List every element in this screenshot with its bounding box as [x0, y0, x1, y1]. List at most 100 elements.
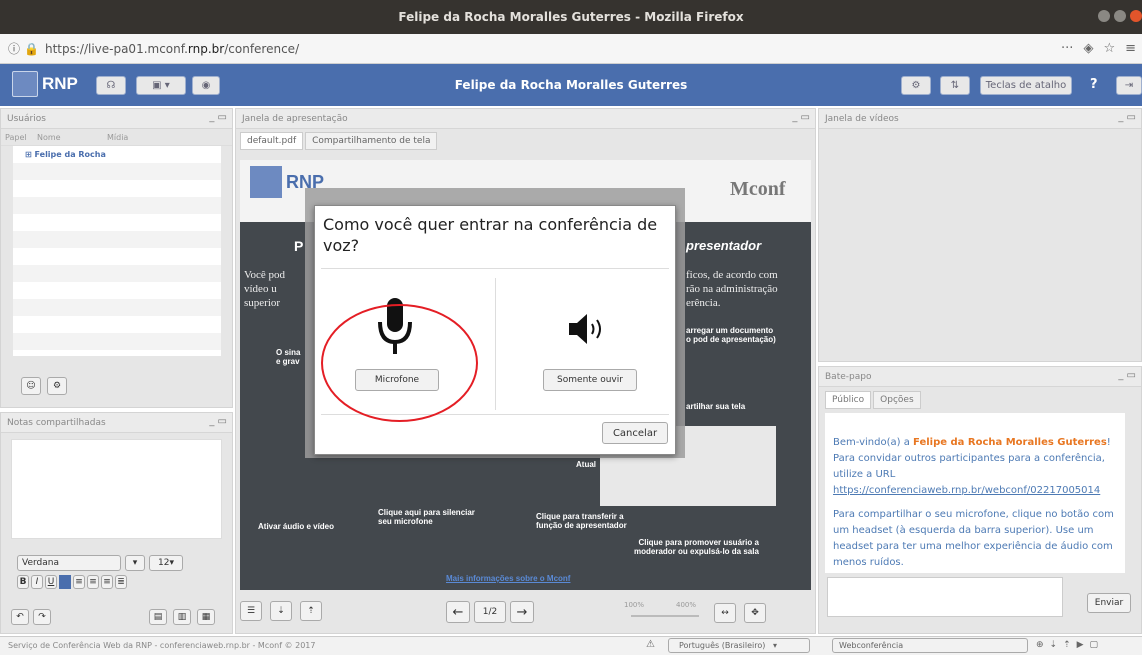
slide-more-info[interactable]: Mais informações sobre o Mconf [446, 574, 570, 583]
chat-invite-text: Para convidar outros participantes para … [833, 453, 1105, 480]
user-row[interactable]: ⊞ Felipe da Rocha [13, 146, 221, 159]
notes-panel-header: Notas compartilhadas _ ▭ [1, 413, 232, 433]
presentation-panel-header: Janela de apresentação _ ▭ [236, 109, 815, 129]
speaker-icon [569, 314, 601, 344]
align-center-icon[interactable]: ≡ [87, 575, 99, 589]
cancel-button[interactable]: Cancelar [602, 422, 668, 444]
next-page-icon[interactable]: → [510, 601, 534, 623]
pocket-icon[interactable]: ◈ [1083, 41, 1093, 56]
users-panel: Usuários _ ▭ Papel Nome Mídia ⊞ Felipe da R… [0, 108, 233, 408]
minimize-icon[interactable] [1098, 10, 1110, 22]
slide-transfer: Clique para transferir a função de apres… [536, 512, 627, 530]
slide-activate: Ativar áudio e vídeo [258, 522, 335, 531]
language-select[interactable]: Português (Brasileiro) ▾ [668, 638, 810, 653]
users-panel-header: Usuários _ ▭ [1, 109, 232, 129]
video-panel-header: Janela de vídeos _ ▭ [819, 109, 1141, 129]
logout-button[interactable]: ⇥ [1116, 76, 1142, 95]
chat-mic-tip: Para compartilhar o seu microfone, cliqu… [833, 509, 1114, 568]
close-icon[interactable] [1130, 10, 1142, 22]
copy-note-icon[interactable]: ▥ [173, 609, 191, 625]
users-list: ⊞ Felipe da Rocha [13, 146, 221, 356]
layout-button[interactable]: ⇅ [940, 76, 970, 95]
slide-mconf-logo: Mconf [730, 178, 786, 200]
chat-invite-link[interactable]: https://conferenciaweb.rnp.br/webconf/02… [833, 483, 1125, 499]
address-bar[interactable]: ⓘ 🔒 https://live-pa01.mconf.rnp.br/confe… [0, 34, 1142, 64]
status-bar: Serviço de Conferência Web da RNP - conf… [0, 636, 1142, 655]
new-note-icon[interactable]: ▤ [149, 609, 167, 625]
window-title-bar: Felipe da Rocha Moralles Guterres - Mozi… [0, 0, 1142, 34]
webcam-button[interactable]: ▣ ▾ [136, 76, 186, 95]
presentation-toolbar: ☰ ⇣ ⇡ [240, 601, 322, 621]
upload-icon[interactable]: ⇡ [300, 601, 322, 621]
download-icon[interactable]: ⇣ [270, 601, 292, 621]
zoom-min-label: 100% [624, 601, 645, 609]
font-dropdown-icon[interactable]: ▾ [125, 555, 145, 571]
page-actions-icon[interactable]: ··· [1061, 41, 1073, 56]
notes-panel: Notas compartilhadas _ ▭ Verdana ▾ 12 ▾ B… [0, 412, 233, 634]
chat-welcome-line: Bem-vindo(a) a Felipe da Rocha Moralles … [833, 437, 1111, 448]
video-panel: Janela de vídeos _ ▭ [818, 108, 1142, 362]
url-text[interactable]: https://live-pa01.mconf.rnp.br/conferenc… [45, 42, 299, 56]
chat-panel-header: Bate-papo _ ▭ [819, 367, 1141, 387]
slide-heading-right: presentador [686, 238, 762, 253]
slide-share-text: artilhar sua tela [686, 402, 746, 411]
listen-only-button[interactable]: Somente ouvir [543, 369, 637, 391]
presentation-tabs: default.pdf Compartilhamento de tela [236, 129, 815, 153]
slide-rnp-mark [250, 166, 282, 198]
info-icon[interactable]: ⓘ [8, 40, 20, 57]
underline-icon[interactable]: U [45, 575, 57, 589]
highlight-circle [321, 304, 478, 422]
slide-heading-left: P [294, 238, 304, 254]
warning-icon[interactable]: ⚠ [646, 639, 655, 650]
help-button[interactable]: ? [1090, 77, 1098, 92]
italic-icon[interactable]: I [31, 575, 43, 589]
slide-small-left: O sina e grav [276, 348, 301, 366]
color-icon[interactable] [59, 575, 71, 589]
fit-page-icon[interactable]: ✥ [744, 603, 766, 623]
zoom-max-label: 400% [676, 601, 697, 609]
shortcuts-button[interactable]: Teclas de atalho [980, 76, 1072, 95]
save-note-icon[interactable]: ▦ [197, 609, 215, 625]
tab-public[interactable]: Público [825, 391, 872, 409]
headset-button[interactable]: ☊ [96, 76, 126, 95]
undo-icon[interactable]: ↶ [11, 609, 29, 625]
prev-page-icon[interactable]: ← [446, 601, 470, 623]
tab-default-pdf[interactable]: default.pdf [240, 132, 304, 150]
send-button[interactable]: Enviar [1087, 593, 1131, 613]
window-controls [1098, 10, 1142, 22]
window-title: Felipe da Rocha Moralles Guterres - Mozi… [398, 10, 744, 24]
notes-editor[interactable] [11, 439, 222, 539]
align-left-icon[interactable]: ≡ [73, 575, 85, 589]
size-select[interactable]: 12 ▾ [149, 555, 183, 571]
slide-text-right: ficos, de acordo com rão na administraçã… [686, 269, 778, 309]
redo-icon[interactable]: ↷ [33, 609, 51, 625]
bookmark-star-icon[interactable]: ☆ [1103, 41, 1115, 56]
slide-mute-hint: Clique aqui para silenciar seu microfone [378, 508, 475, 526]
app-header: RNP ☊ ▣ ▾ ◉ Felipe da Rocha Moralles Gut… [0, 64, 1142, 106]
layout-actions[interactable]: ⊕⇣⇡▶▢ [1036, 640, 1104, 650]
zoom-slider[interactable] [631, 615, 699, 617]
list-icon[interactable]: ≣ [115, 575, 127, 589]
chat-input[interactable] [827, 577, 1063, 617]
font-select[interactable]: Verdana [17, 555, 121, 571]
page-indicator[interactable]: 1/2 [474, 601, 506, 623]
format-toolbar: B I U ≡ ≡ ≡ ≣ [17, 575, 127, 589]
maximize-icon[interactable] [1114, 10, 1126, 22]
bold-icon[interactable]: B [17, 575, 29, 589]
settings-button[interactable]: ⚙ [901, 76, 931, 95]
slide-atual: Atual [576, 460, 596, 469]
slide-bullet-right: arregar um documento o pod de apresentaç… [686, 326, 776, 344]
tab-screen-share[interactable]: Compartilhamento de tela [305, 132, 438, 150]
presenter-icon[interactable]: ☰ [240, 601, 262, 621]
menu-icon[interactable]: ≡ [1125, 41, 1136, 56]
slide-text-left: Você pod vídeo u superior [244, 269, 286, 309]
tab-options[interactable]: Opções [873, 391, 921, 409]
record-button[interactable]: ◉ [192, 76, 220, 95]
user-settings-button[interactable]: ⚙ [47, 377, 67, 395]
fit-width-icon[interactable]: ↔ [714, 603, 736, 623]
footer-text: Serviço de Conferência Web da RNP - conf… [8, 641, 316, 650]
slide-promote: Clique para promover usuário a moderador… [634, 538, 759, 556]
align-right-icon[interactable]: ≡ [101, 575, 113, 589]
layout-select[interactable]: Webconferência [832, 638, 1028, 653]
raise-hand-button[interactable]: ☺ [21, 377, 41, 395]
